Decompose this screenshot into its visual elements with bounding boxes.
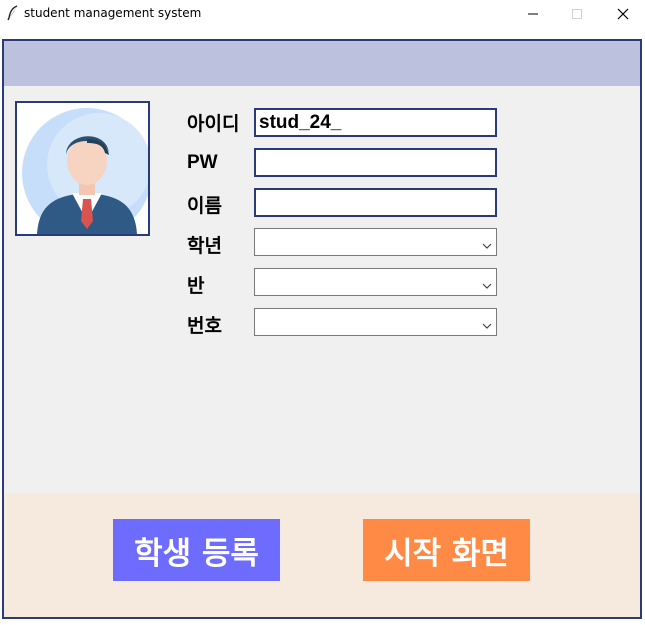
- class-select[interactable]: [254, 268, 497, 296]
- window-titlebar: student management system: [0, 0, 645, 28]
- id-label: 아이디: [187, 114, 240, 135]
- name-field[interactable]: [254, 188, 497, 217]
- close-button[interactable]: [601, 0, 645, 28]
- name-label: 이름: [187, 196, 222, 217]
- header-band: [4, 41, 640, 86]
- chevron-down-icon: [482, 316, 492, 329]
- footer-band: 학생 등록 시작 화면: [4, 493, 640, 617]
- minimize-icon: [527, 5, 539, 24]
- feather-icon: [6, 5, 20, 21]
- maximize-icon: [571, 5, 583, 24]
- chevron-down-icon: [482, 236, 492, 249]
- number-select[interactable]: [254, 308, 497, 336]
- grade-select[interactable]: [254, 228, 497, 256]
- close-icon: [617, 5, 629, 24]
- id-field[interactable]: [254, 108, 497, 137]
- register-student-button[interactable]: 학생 등록: [113, 519, 280, 581]
- main-frame: 아이디 PW 이름 학년 반 번호 학생 등록 시작 화면: [2, 39, 642, 619]
- grade-label: 학년: [187, 236, 222, 257]
- window-title: student management system: [24, 6, 202, 20]
- class-label: 반: [187, 276, 205, 297]
- profile-photo: [15, 101, 150, 236]
- student-avatar-icon: [17, 108, 148, 234]
- pw-field[interactable]: [254, 148, 497, 177]
- chevron-down-icon: [482, 276, 492, 289]
- number-label: 번호: [187, 316, 222, 337]
- maximize-button[interactable]: [555, 0, 599, 28]
- start-screen-button[interactable]: 시작 화면: [363, 519, 530, 581]
- pw-label: PW: [187, 152, 218, 173]
- minimize-button[interactable]: [511, 0, 555, 28]
